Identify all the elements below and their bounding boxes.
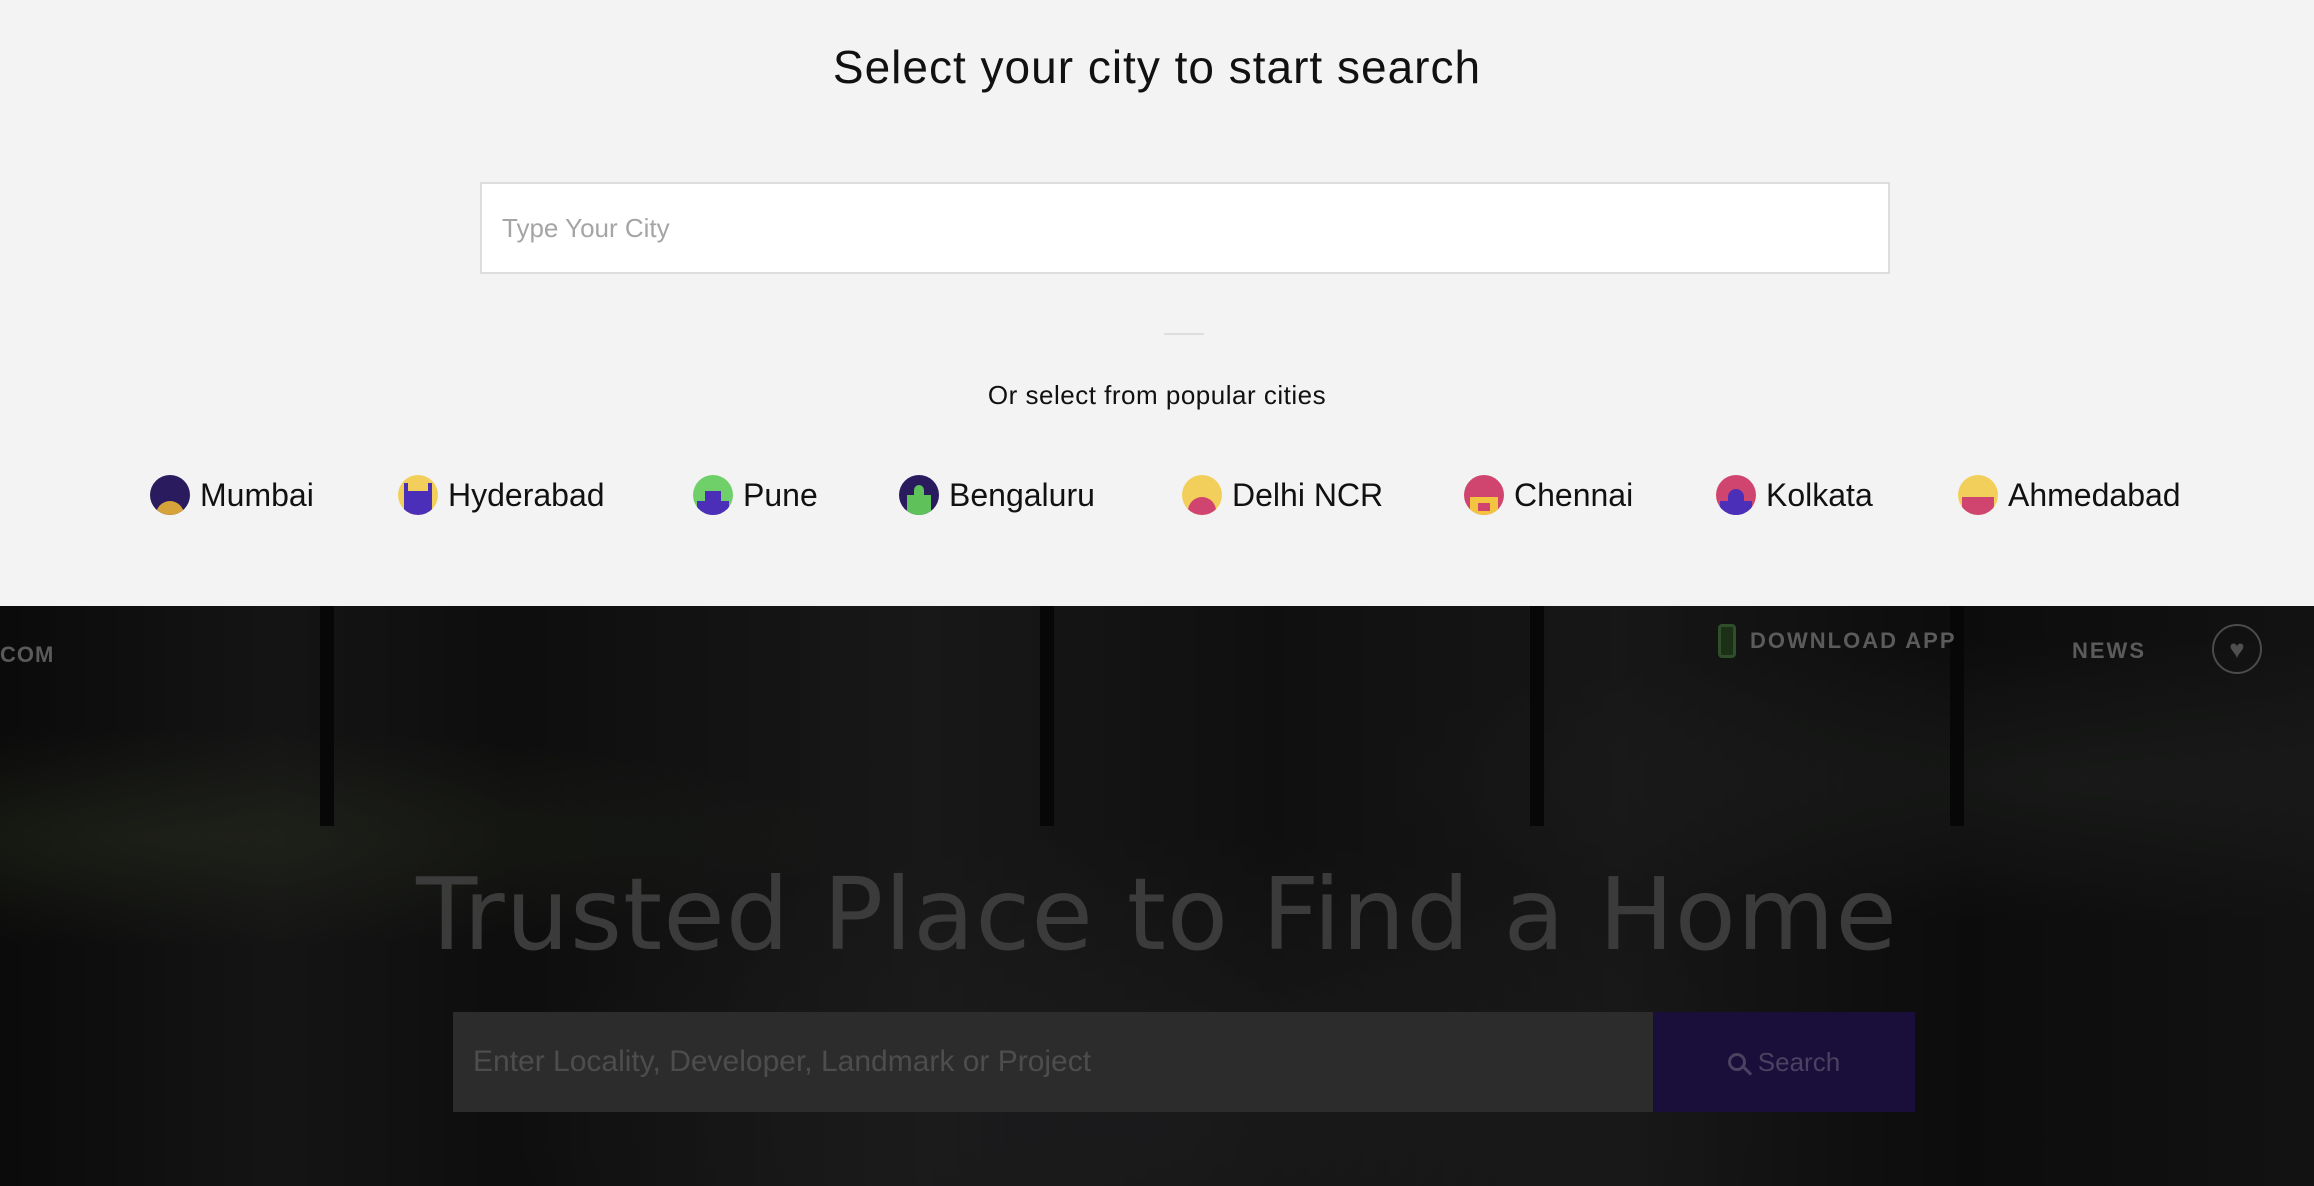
city-chennai[interactable]: Chennai (1464, 470, 1633, 520)
vidhana-soudha-icon (899, 475, 939, 515)
download-app-label: DOWNLOAD APP (1750, 628, 1957, 653)
city-picker: Select your city to start search Or sele… (0, 0, 2314, 606)
hero-title: Trusted Place to Find a Home (416, 856, 1898, 973)
city-ahmedabad[interactable]: Ahmedabad (1958, 470, 2181, 520)
city-bengaluru[interactable]: Bengaluru (899, 470, 1095, 520)
search-placeholder: Enter Locality, Developer, Landmark or P… (473, 1045, 1092, 1078)
city-mumbai[interactable]: Mumbai (150, 470, 314, 520)
popular-cities-label: Or select from popular cities (987, 380, 1327, 410)
popular-cities-list: Mumbai Hyderabad Pune Bengaluru Delhi NC… (0, 470, 2314, 520)
city-delhi-ncr[interactable]: Delhi NCR (1182, 470, 1383, 520)
chennai-monument-icon (1464, 475, 1504, 515)
news-link[interactable]: NEWS (2072, 638, 2146, 664)
hero-section: COM DOWNLOAD APP NEWS ♥ Trusted Place to… (0, 606, 2314, 1186)
city-name: Hyderabad (448, 476, 605, 513)
city-name: Mumbai (200, 476, 314, 513)
charminar-icon (398, 475, 438, 515)
city-pune[interactable]: Pune (693, 470, 818, 520)
brand-logo-text: COM (0, 642, 55, 667)
download-app-link[interactable]: DOWNLOAD APP (1718, 624, 1957, 658)
city-name: Chennai (1514, 476, 1634, 513)
india-gate-icon (1182, 475, 1222, 515)
city-name: Delhi NCR (1232, 476, 1384, 513)
page: COM DOWNLOAD APP NEWS ♥ Trusted Place to… (0, 0, 2314, 1186)
search-icon (1727, 1053, 1746, 1071)
ahmedabad-monument-icon (1958, 475, 1998, 515)
city-kolkata[interactable]: Kolkata (1716, 470, 1873, 520)
favorites-button[interactable]: ♥ (2212, 624, 2262, 674)
heart-icon: ♥ (2229, 633, 2245, 664)
city-name: Bengaluru (949, 476, 1095, 513)
locality-search-input[interactable]: Enter Locality, Developer, Landmark or P… (453, 1012, 1653, 1112)
victoria-memorial-icon (1716, 475, 1756, 515)
city-hyderabad[interactable]: Hyderabad (398, 470, 605, 520)
shaniwar-wada-icon (693, 475, 733, 515)
city-name: Pune (743, 476, 818, 513)
city-name: Kolkata (1766, 476, 1873, 513)
phone-icon (1718, 624, 1736, 658)
city-name: Ahmedabad (2008, 476, 2181, 513)
search-button-label: Search (1757, 1046, 1841, 1077)
gateway-of-india-icon (150, 475, 190, 515)
search-button[interactable]: Search (1653, 1012, 1915, 1112)
picker-title: Select your city to start search (832, 41, 1482, 93)
divider (1164, 333, 1204, 335)
city-search-input[interactable] (480, 182, 1890, 274)
